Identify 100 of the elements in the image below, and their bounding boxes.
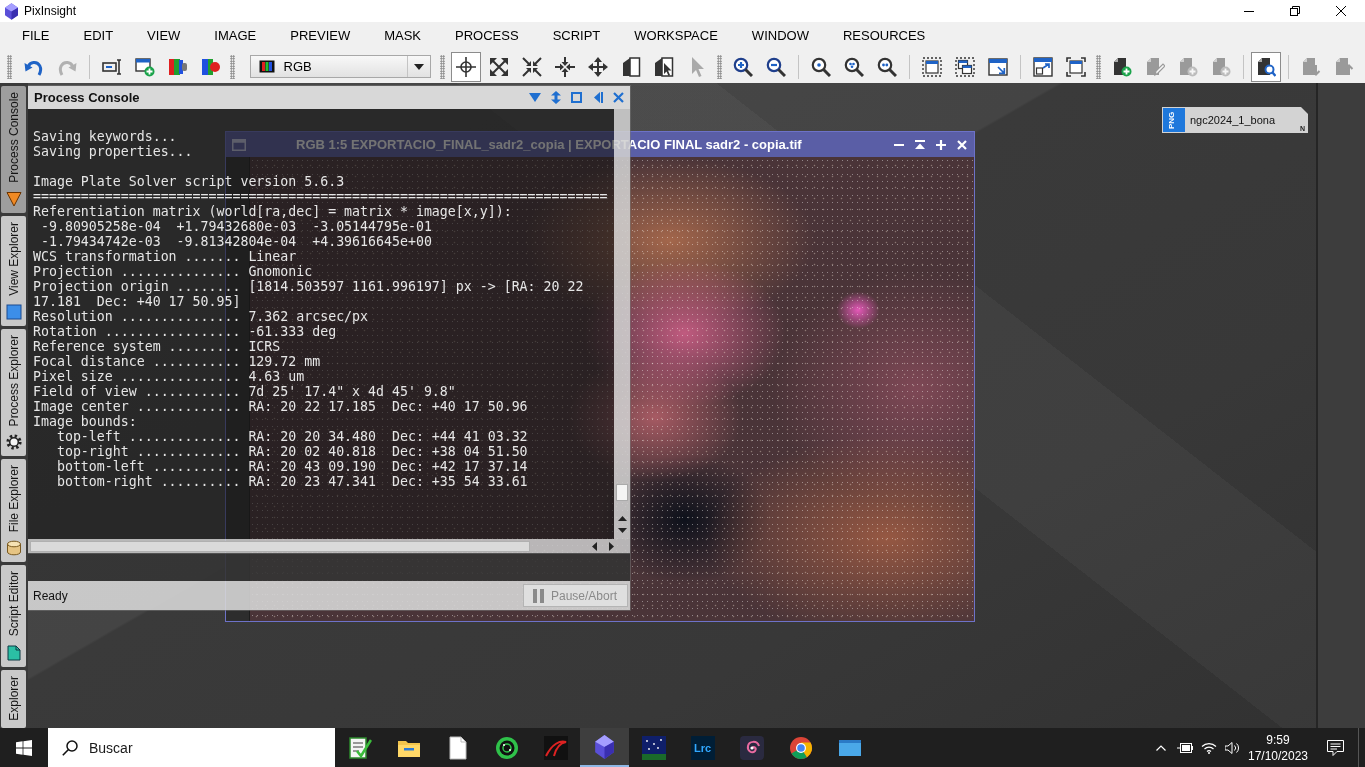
color-blocks-icon bbox=[200, 56, 221, 77]
toolbar-button[interactable] bbox=[451, 51, 481, 82]
console-line: Projection origin ........ [1814.503597 1161.996197] px -> [RA: 20 22 bbox=[33, 279, 584, 294]
window-plus-icon bbox=[134, 56, 155, 77]
console-line: WCS transformation ....... Linear bbox=[33, 249, 297, 264]
triangle-bar-icon[interactable] bbox=[592, 92, 603, 103]
search-field[interactable]: Buscar bbox=[48, 728, 335, 767]
console-line: Image center ............. RA: 20 22 17.185 Dec: +40 17 50.96 bbox=[33, 399, 528, 414]
menu-item[interactable]: IMAGE bbox=[197, 26, 274, 46]
scrollbar-thumb[interactable] bbox=[30, 540, 530, 552]
window-icon bbox=[232, 138, 246, 151]
menu-item[interactable]: VIEW bbox=[130, 26, 198, 46]
swoosh-icon bbox=[543, 735, 568, 760]
side-tab[interactable]: View Explorer bbox=[1, 215, 26, 326]
battery-icon[interactable] bbox=[1177, 742, 1193, 753]
up-caret-icon[interactable] bbox=[1156, 744, 1166, 751]
text-field-icon bbox=[101, 56, 122, 77]
menu-item[interactable]: MASK bbox=[367, 26, 439, 46]
toolbar-grip[interactable] bbox=[1095, 54, 1101, 79]
segmented-circle-icon bbox=[788, 735, 813, 760]
triangle-down-icon[interactable] bbox=[528, 93, 541, 102]
menu-item[interactable]: WORKSPACE bbox=[617, 26, 735, 46]
ring-icon bbox=[494, 735, 519, 760]
down-arrow-icon[interactable] bbox=[617, 528, 627, 533]
menu-item[interactable]: WINDOW bbox=[734, 26, 826, 46]
status-text: Ready bbox=[33, 588, 68, 603]
console-line: Field of view ............ 7d 25' 17.4" x 4d 45' 9.8" bbox=[33, 384, 456, 399]
page-icon bbox=[621, 56, 641, 77]
side-tab[interactable]: Script Editor bbox=[1, 565, 26, 667]
document-down-icon bbox=[1301, 56, 1321, 77]
document-icon bbox=[5, 644, 22, 661]
console-line: 17.181 Dec: +40 17 50.95] bbox=[33, 294, 241, 309]
square-icon[interactable] bbox=[571, 92, 582, 103]
menu-item[interactable]: FILE bbox=[5, 26, 67, 46]
menu-item[interactable]: RESOURCES bbox=[825, 26, 943, 46]
document-pencil-icon bbox=[1145, 56, 1165, 77]
zoom-out-icon bbox=[766, 56, 786, 77]
cube-icon bbox=[5, 2, 18, 20]
icon-label: ngc2024_1_bona bbox=[1190, 114, 1276, 126]
color-channels-icon bbox=[167, 56, 188, 77]
spiral-icon bbox=[739, 735, 764, 760]
up-arrow-icon[interactable] bbox=[617, 516, 627, 521]
scrollbar-thumb[interactable] bbox=[616, 484, 628, 501]
toolbar-grip[interactable] bbox=[716, 54, 722, 79]
notepad-icon bbox=[347, 735, 372, 760]
square-icon bbox=[5, 303, 22, 320]
menu-item[interactable]: PREVIEW bbox=[273, 26, 368, 46]
four-panes-icon bbox=[16, 739, 32, 756]
console-line: top-right ............. RA: 20 02 40.818 Dec: +38 04 51.50 bbox=[55, 444, 528, 459]
clock-date[interactable]: 17/10/2023 bbox=[1247, 747, 1309, 764]
clock-time[interactable]: 9:59 bbox=[1266, 731, 1290, 748]
close-icon[interactable] bbox=[1336, 6, 1346, 16]
wifi-icon[interactable] bbox=[1200, 741, 1217, 754]
menu-item[interactable]: PROCESS bbox=[438, 26, 536, 46]
document-search-icon bbox=[1256, 56, 1276, 77]
toolbar-button[interactable] bbox=[1251, 51, 1281, 82]
document-up-icon bbox=[1334, 56, 1354, 77]
side-tab[interactable]: Process Explorer bbox=[1, 328, 26, 456]
cube-icon bbox=[595, 734, 614, 759]
taskbar-button[interactable]: Lrc bbox=[678, 728, 727, 767]
console-line: Saving keywords... bbox=[33, 129, 177, 144]
console-line: Projection ............... Gnomonic bbox=[33, 264, 313, 279]
toolbar-grip[interactable] bbox=[230, 54, 235, 79]
menu-item[interactable]: EDIT bbox=[66, 26, 131, 46]
triangle-bar-icon[interactable] bbox=[914, 140, 925, 149]
gear-icon bbox=[5, 433, 22, 450]
side-tab[interactable]: Explorer bbox=[1, 669, 26, 728]
arrows-in-icon bbox=[555, 56, 575, 77]
dashed-windows-icon bbox=[955, 56, 975, 77]
console-line: Image bounds: bbox=[33, 414, 137, 429]
toolbar-grip[interactable] bbox=[7, 54, 12, 79]
expand-arrows-icon bbox=[489, 56, 509, 77]
window-title: PixInsight bbox=[24, 4, 77, 18]
minimize-icon[interactable] bbox=[1244, 10, 1254, 12]
restore-icon[interactable] bbox=[1290, 6, 1300, 16]
console-line: ======================================================================== bbox=[33, 189, 608, 204]
move-arrows-icon bbox=[588, 56, 608, 77]
console-line: bottom-right .......... RA: 20 23 47.341 Dec: +35 54 33.61 bbox=[55, 474, 528, 489]
plus-icon[interactable] bbox=[935, 139, 946, 150]
menu-item[interactable]: SCRIPT bbox=[535, 26, 618, 46]
toolbar-grip[interactable] bbox=[439, 54, 445, 79]
console-line: Referentiation matrix (world[ra,dec] = matrix * image[x,y]): bbox=[33, 204, 512, 219]
magnifier-icon bbox=[877, 56, 897, 77]
shrink-arrows-icon bbox=[522, 56, 542, 77]
channel-dropdown[interactable]: RGB bbox=[249, 55, 431, 78]
up-down-arrows-icon[interactable] bbox=[550, 91, 561, 104]
triangle-icon bbox=[5, 190, 22, 207]
search-icon bbox=[62, 740, 78, 756]
horizontal-scrollbar[interactable] bbox=[28, 539, 630, 553]
right-arrow-icon[interactable] bbox=[609, 541, 614, 551]
side-tab[interactable]: File Explorer bbox=[1, 458, 26, 563]
document-plus-icon bbox=[1211, 56, 1231, 77]
speaker-icon[interactable] bbox=[1224, 741, 1240, 754]
message-icon[interactable] bbox=[1326, 739, 1344, 756]
side-tab[interactable]: Process Console bbox=[1, 86, 26, 213]
panel-title: Process Console bbox=[34, 90, 140, 105]
left-arrow-icon[interactable] bbox=[592, 541, 597, 551]
console-line: Pixel size ............... 4.63 um bbox=[33, 369, 305, 384]
console-line: top-left .............. RA: 20 20 34.480 Dec: +44 41 03.32 bbox=[55, 429, 528, 444]
pause-icon bbox=[533, 588, 544, 603]
